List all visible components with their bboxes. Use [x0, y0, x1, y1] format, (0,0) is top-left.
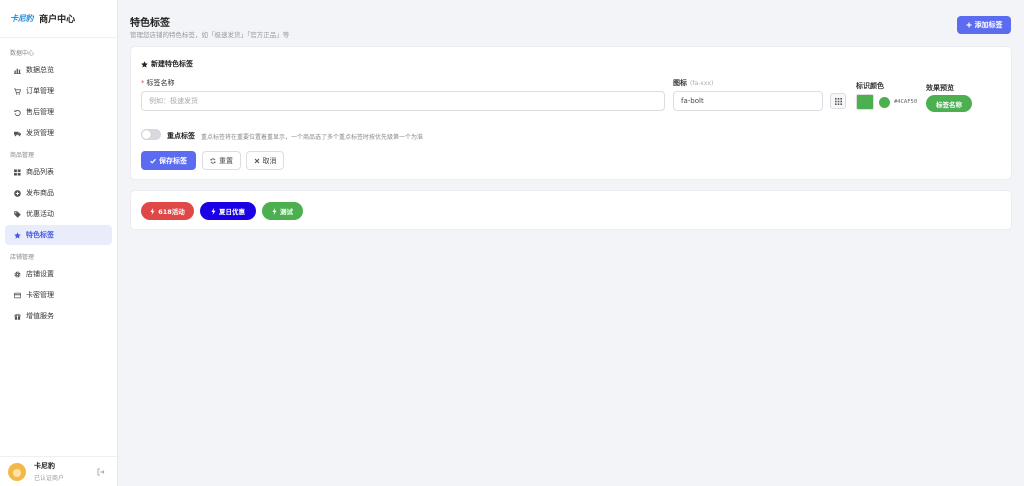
- color-dot: [879, 97, 890, 108]
- sidebar-item-publish-product[interactable]: 发布商品: [5, 183, 112, 203]
- brand-title: 商户中心: [39, 15, 76, 25]
- credit-card-icon: [11, 292, 23, 299]
- grid-icon: [11, 168, 23, 176]
- gear-icon: [11, 271, 23, 278]
- sidebar-item-label: 发布商品: [26, 189, 54, 197]
- form-title-text: 新建特色标签: [151, 60, 193, 68]
- star-icon: [141, 60, 148, 67]
- sidebar-item-after-sales[interactable]: 售后管理: [5, 102, 112, 122]
- save-button[interactable]: 保存标签: [141, 151, 196, 170]
- sidebar-item-label: 商品列表: [26, 168, 54, 176]
- sidebar-item-store-settings[interactable]: 店铺设置: [5, 264, 112, 284]
- sidebar-item-label: 店铺设置: [26, 270, 54, 278]
- preview-label: 效果预览: [926, 84, 954, 92]
- sidebar-item-label: 卡密管理: [26, 291, 54, 299]
- add-tag-button-label: 添加标签: [974, 22, 1003, 29]
- add-tag-button[interactable]: 添加标签: [957, 16, 1011, 34]
- bolt-icon: [272, 207, 277, 215]
- color-picker[interactable]: [856, 94, 874, 110]
- gift-icon: [11, 313, 23, 320]
- new-tag-form: 新建特色标签 *标签名称 图标(fa-xxx) 标识颜色 #4CAF50 效果预…: [130, 46, 1012, 180]
- nav-section-title: 数据中心: [10, 50, 35, 57]
- reset-button[interactable]: 重置: [202, 151, 241, 170]
- nav-section-title: 商品管理: [10, 152, 35, 159]
- tag-chip[interactable]: 测试: [262, 202, 303, 220]
- icon-label: 图标 (fa-xxx): [673, 78, 713, 88]
- sidebar-item-label: 特色标签: [26, 231, 54, 239]
- icon-hint: (fa-xxx): [690, 80, 714, 87]
- plus-circle-icon: [11, 189, 23, 197]
- undo-icon: [11, 109, 23, 116]
- refresh-icon: [210, 157, 216, 164]
- sidebar-item-overview[interactable]: 数据总览: [5, 60, 112, 80]
- bar-chart-icon: [11, 67, 23, 74]
- sidebar-item-shipping[interactable]: 发货管理: [5, 123, 112, 143]
- icon-label-text: 图标: [673, 79, 687, 87]
- brand-logo[interactable]: 卡尼豹: [10, 13, 33, 24]
- cart-icon: [11, 87, 23, 95]
- sidebar-item-label: 增值服务: [26, 312, 54, 320]
- brand: 卡尼豹 商户中心: [0, 0, 117, 38]
- avatar[interactable]: [8, 462, 26, 481]
- sidebar-item-label: 数据总览: [26, 66, 54, 74]
- nav-section-title: 店铺管理: [10, 254, 35, 261]
- tag-chip-label: 夏日优惠: [219, 208, 245, 216]
- tag-chip-label: 测试: [280, 208, 293, 216]
- plus-icon: [966, 22, 971, 28]
- sidebar-item-promotions[interactable]: 优惠活动: [5, 204, 112, 224]
- sidebar-item-label: 售后管理: [26, 108, 54, 116]
- truck-icon: [11, 130, 23, 137]
- cancel-button-label: 取消: [262, 156, 277, 165]
- sidebar-item-card-keys[interactable]: 卡密管理: [5, 285, 112, 305]
- required-mark: *: [141, 79, 145, 87]
- tag-list: 618活动 夏日优惠 测试: [130, 190, 1012, 230]
- main-content: 特色标签 管理您店铺的特色标签，如「极速发货」「官方正品」等 添加标签 新建特色…: [118, 0, 1024, 486]
- cancel-button[interactable]: 取消: [246, 151, 284, 170]
- tag-name-input[interactable]: [141, 91, 665, 111]
- important-label: 重点标签: [167, 132, 195, 140]
- tag-name-label: * 标签名称: [141, 78, 175, 88]
- icon-picker-button[interactable]: [830, 93, 846, 109]
- color-hex-value: #4CAF50: [894, 99, 918, 105]
- star-icon: [11, 231, 23, 239]
- page-title: 特色标签: [130, 18, 170, 29]
- sidebar-item-label: 订单管理: [26, 87, 54, 95]
- icon-grid-icon: [834, 97, 842, 105]
- tag-chip[interactable]: 618活动: [141, 202, 194, 220]
- important-toggle[interactable]: [141, 129, 161, 140]
- sidebar-item-label: 优惠活动: [26, 210, 54, 218]
- sidebar-item-product-list[interactable]: 商品列表: [5, 162, 112, 182]
- sidebar-item-value-added[interactable]: 增值服务: [5, 306, 112, 326]
- close-icon: [254, 158, 259, 163]
- tag-chip-label: 618活动: [158, 208, 185, 216]
- check-icon: [150, 158, 156, 164]
- user-status: 已认证商户: [34, 475, 65, 482]
- tag-icon: [11, 210, 23, 218]
- bolt-icon: [150, 207, 155, 215]
- important-hint: 重点标签将在重要位置着重显示，一个商品选了多个重点标签时按优先级第一个为准: [201, 134, 424, 141]
- user-panel: 卡尼豹 已认证商户: [0, 456, 117, 486]
- sidebar-item-feature-tags[interactable]: 特色标签: [5, 225, 112, 245]
- sidebar-item-label: 发货管理: [26, 129, 54, 137]
- sidebar: 卡尼豹 商户中心 数据中心 数据总览 订单管理 售后管理 发货管理 商品管理 商…: [0, 0, 118, 486]
- user-info: 卡尼豹 已认证商户: [34, 461, 64, 482]
- form-title: 新建特色标签: [141, 59, 193, 69]
- bolt-icon: [211, 207, 216, 215]
- reset-button-label: 重置: [219, 156, 233, 165]
- tag-name-label-text: 标签名称: [146, 79, 175, 87]
- save-button-label: 保存标签: [159, 156, 187, 165]
- tag-chip[interactable]: 夏日优惠: [200, 202, 256, 220]
- logout-icon[interactable]: [97, 468, 105, 476]
- user-name: 卡尼豹: [34, 462, 55, 470]
- page-description: 管理您店铺的特色标签，如「极速发货」「官方正品」等: [130, 31, 290, 39]
- sidebar-item-orders[interactable]: 订单管理: [5, 81, 112, 101]
- tag-preview: 标签名称: [926, 95, 972, 112]
- icon-input[interactable]: [673, 91, 823, 111]
- color-label: 标识颜色: [856, 82, 884, 90]
